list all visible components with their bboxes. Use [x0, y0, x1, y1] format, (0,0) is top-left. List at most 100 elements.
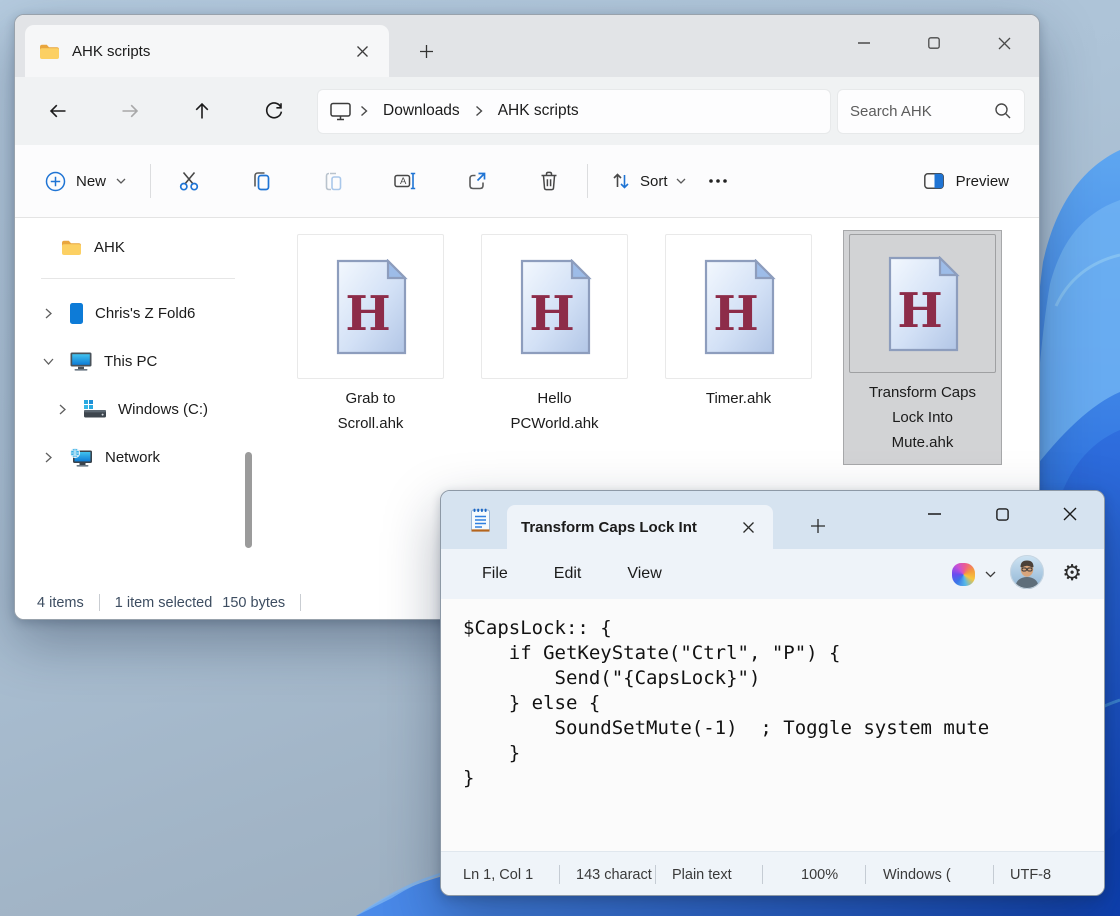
status-divider: [300, 594, 301, 611]
forward-icon[interactable]: [101, 89, 159, 133]
sidebar-item-label: Chris's Z Fold6: [95, 305, 195, 322]
minimize-button[interactable]: [900, 491, 968, 537]
character-count: 143 charact: [560, 867, 655, 883]
item-count: 4 items: [37, 595, 84, 611]
ahk-file-icon: H: [700, 259, 778, 355]
file-icon-box: H: [481, 234, 628, 379]
status-divider: [99, 594, 100, 611]
file-tile-grab-to-scroll[interactable]: H Grab to Scroll.ahk: [297, 234, 444, 436]
paste-icon[interactable]: [307, 159, 359, 203]
sort-button[interactable]: Sort: [600, 162, 696, 200]
code-line: SoundSetMute(-1) ; Toggle system mute: [463, 716, 1096, 741]
close-button[interactable]: [969, 15, 1039, 71]
maximize-button[interactable]: [899, 15, 969, 71]
close-button[interactable]: [1036, 491, 1104, 537]
svg-text:H: H: [529, 286, 574, 342]
selection-size: 150 bytes: [222, 595, 285, 611]
ahk-file-icon: H: [884, 256, 962, 352]
tab-close-icon[interactable]: [349, 38, 375, 64]
sidebar-divider: [41, 278, 235, 279]
rename-icon[interactable]: A: [379, 159, 431, 203]
file-icon-box: H: [665, 234, 812, 379]
copy-icon[interactable]: [235, 159, 287, 203]
notepad-status-bar: Ln 1, Col 1 143 charact Plain text 100% …: [441, 851, 1104, 896]
sidebar-item-label: Windows (C:): [118, 401, 208, 418]
sidebar-item-ahk[interactable]: AHK: [15, 230, 257, 264]
phone-icon: [70, 303, 83, 324]
refresh-icon[interactable]: [245, 89, 303, 133]
drive-icon: [84, 400, 106, 418]
new-tab-button[interactable]: [803, 511, 833, 541]
chevron-down-icon: [116, 178, 126, 184]
explorer-toolbar: New A Sort P: [15, 145, 1039, 218]
code-line: }: [463, 741, 1096, 766]
explorer-tab-strip: AHK scripts: [15, 15, 1039, 77]
cut-icon[interactable]: [163, 159, 215, 203]
document-format: Plain text: [656, 867, 762, 883]
code-line: }: [463, 766, 1096, 791]
this-pc-monitor-icon[interactable]: [330, 102, 351, 121]
breadcrumb-item-downloads[interactable]: Downloads: [377, 99, 466, 123]
ahk-file-icon: H: [332, 259, 410, 355]
tab-close-icon[interactable]: [736, 515, 761, 540]
file-tile-transform-caps-lock[interactable]: H Transform Caps Lock Into Mute.ahk: [844, 231, 1001, 464]
notepad-window-controls: [900, 491, 1104, 537]
sidebar-item-network[interactable]: Network: [15, 433, 257, 481]
notepad-tab[interactable]: Transform Caps Lock Int: [507, 505, 773, 549]
chevron-down-icon[interactable]: [985, 565, 996, 583]
file-name: Transform Caps Lock Into Mute.ahk: [867, 380, 979, 455]
chevron-right-icon[interactable]: [41, 452, 55, 463]
minimize-button[interactable]: [829, 15, 899, 71]
sidebar-item-phone[interactable]: Chris's Z Fold6: [15, 289, 257, 337]
file-name: Hello PCWorld.ahk: [499, 386, 611, 436]
plus-circle-icon: [45, 171, 66, 192]
delete-icon[interactable]: [523, 159, 575, 203]
file-tile-timer[interactable]: H Timer.ahk: [665, 234, 812, 411]
sort-arrows-icon: [610, 170, 632, 192]
sidebar-item-label: AHK: [94, 239, 125, 256]
notepad-editor[interactable]: $CapsLock:: { if GetKeyState("Ctrl", "P"…: [441, 599, 1104, 851]
notepad-menu-bar: File Edit View ⚙: [441, 549, 1104, 599]
new-button[interactable]: New: [33, 163, 138, 200]
cursor-position: Ln 1, Col 1: [463, 867, 559, 883]
sidebar-item-this-pc[interactable]: This PC: [15, 337, 257, 385]
line-ending: Windows (: [866, 867, 993, 883]
explorer-tab[interactable]: AHK scripts: [25, 25, 389, 77]
svg-text:A: A: [400, 176, 407, 187]
sidebar-scrollbar[interactable]: [245, 452, 252, 548]
sidebar-item-label: Network: [105, 449, 160, 466]
toolbar-divider: [150, 164, 151, 198]
back-icon[interactable]: [29, 89, 87, 133]
user-avatar[interactable]: [1010, 555, 1044, 594]
new-tab-button[interactable]: [411, 36, 441, 66]
maximize-button[interactable]: [968, 491, 1036, 537]
file-icon-box: H: [297, 234, 444, 379]
menu-view[interactable]: View: [612, 558, 676, 590]
menu-edit[interactable]: Edit: [539, 558, 597, 590]
chevron-right-icon: [475, 105, 483, 117]
copilot-icon[interactable]: [952, 563, 975, 586]
file-name: Grab to Scroll.ahk: [315, 386, 427, 436]
search-icon: [994, 102, 1012, 120]
explorer-sidebar: AHK Chris's Z Fold6 This PC: [15, 218, 257, 584]
file-tile-hello-pcworld[interactable]: H Hello PCWorld.ahk: [481, 234, 628, 436]
notepad-tab-title: Transform Caps Lock Int: [521, 519, 697, 536]
preview-button[interactable]: Preview: [910, 162, 1021, 200]
chevron-down-icon[interactable]: [41, 358, 55, 365]
search-input[interactable]: [850, 103, 994, 120]
breadcrumb: Downloads AHK scripts: [317, 89, 831, 134]
up-icon[interactable]: [173, 89, 231, 133]
chevron-right-icon[interactable]: [55, 404, 69, 415]
share-icon[interactable]: [451, 159, 503, 203]
chevron-right-icon: [360, 105, 368, 117]
sidebar-item-windows-c[interactable]: Windows (C:): [15, 385, 257, 433]
breadcrumb-item-ahk-scripts[interactable]: AHK scripts: [492, 99, 585, 123]
file-icon-box: H: [849, 234, 996, 373]
see-more-icon[interactable]: [696, 159, 740, 203]
menu-file[interactable]: File: [467, 558, 523, 590]
svg-text:H: H: [345, 286, 390, 342]
settings-gear-icon[interactable]: ⚙: [1062, 563, 1082, 585]
code-line: $CapsLock:: {: [463, 616, 1096, 641]
zoom-level: 100%: [763, 867, 865, 883]
chevron-right-icon[interactable]: [41, 308, 55, 319]
